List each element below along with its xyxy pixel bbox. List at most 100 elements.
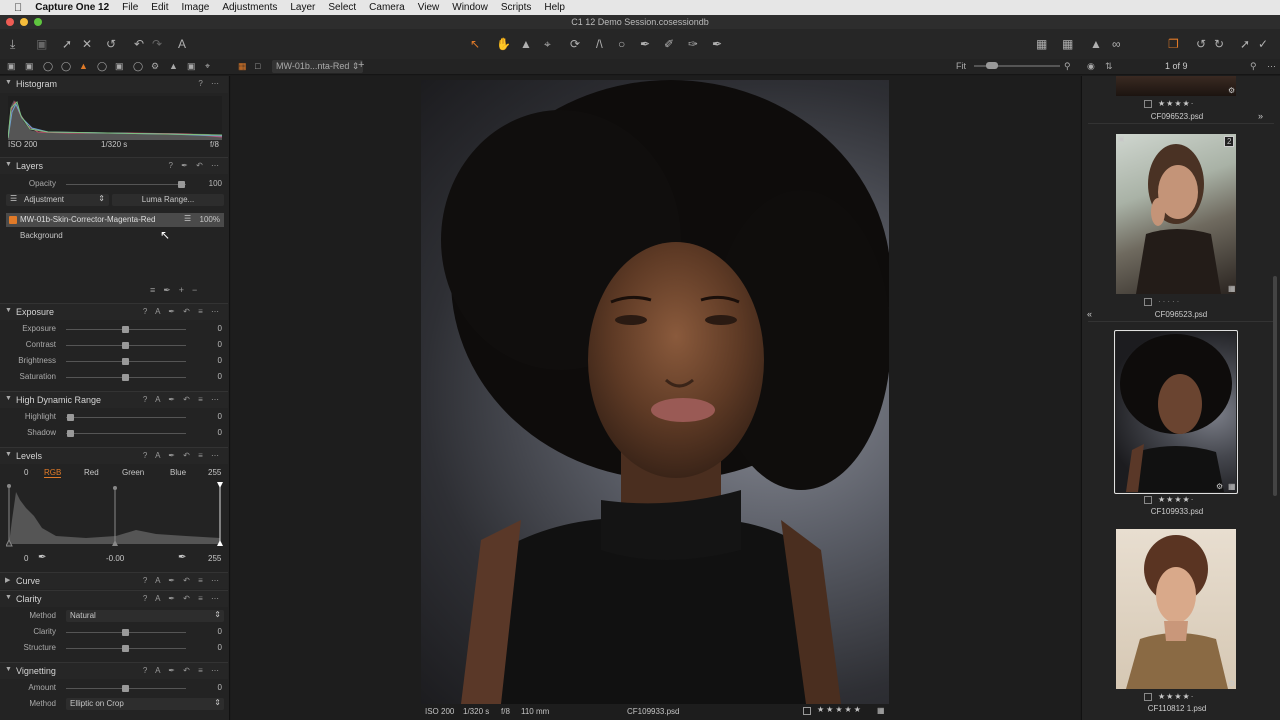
layer-item-selected[interactable]: MW-01b-Skin-Corrector-Magenta-Red ☰ 100% <box>6 213 224 227</box>
capture-icon[interactable]: ▣ <box>36 37 47 51</box>
tool-options-icon[interactable]: ? A ✒ ↶ ≡ ⋯ <box>143 395 222 404</box>
viewer-select-checkbox[interactable] <box>803 707 811 715</box>
rotate-right-icon[interactable]: ↻ <box>1214 37 1224 51</box>
details-tab-icon[interactable]: ◯ <box>97 61 107 72</box>
export-icon[interactable]: ➚ <box>62 37 72 51</box>
thumbnail-checkbox[interactable] <box>1144 496 1152 504</box>
opacity-value[interactable]: 100 <box>209 179 222 188</box>
thumbnail-image[interactable] <box>1116 529 1236 689</box>
structure-value[interactable]: 0 <box>218 643 222 652</box>
saturation-value[interactable]: 0 <box>218 372 222 381</box>
exposure-slider-knob[interactable] <box>122 326 129 333</box>
clarity-header[interactable]: ▼ Clarity ? A ✒ ↶ ≡ ⋯ <box>0 590 228 607</box>
multi-view-icon[interactable]: ▦ <box>238 61 247 72</box>
single-view-icon[interactable]: □ <box>255 61 260 71</box>
close-window-button[interactable] <box>6 18 14 26</box>
viewer-rating-stars[interactable]: ★★★★★ <box>817 705 863 714</box>
shadow-slider[interactable] <box>66 433 186 434</box>
browser-search-icon[interactable]: ⚲ <box>1250 61 1257 72</box>
layer-item-background[interactable]: Background <box>20 231 63 240</box>
thumbnail-checkbox[interactable] <box>1144 100 1152 108</box>
contrast-slider-knob[interactable] <box>122 342 129 349</box>
lens-tab-icon[interactable]: ◯ <box>43 61 53 72</box>
clarity-slider-knob[interactable] <box>122 629 129 636</box>
tool-options-icon[interactable]: ? A ✒ ↶ ≡ ⋯ <box>143 576 222 585</box>
levels-channel-red[interactable]: Red <box>84 468 99 477</box>
crop-tool-icon[interactable]: ⌖ <box>544 37 551 51</box>
add-tab-icon[interactable]: + <box>358 59 364 71</box>
opacity-slider-knob[interactable] <box>178 181 185 188</box>
rotate-left-icon[interactable]: ↺ <box>1196 37 1206 51</box>
menu-layer[interactable]: Layer <box>290 2 315 13</box>
zoom-search-icon[interactable]: ⚲ <box>1064 61 1071 72</box>
viewer-color-tag-icon[interactable]: ▦ <box>877 706 885 715</box>
color-tab-icon[interactable]: ◯ <box>61 61 71 72</box>
rotate-tool-icon[interactable]: ⟳ <box>570 37 580 51</box>
redo-icon[interactable]: ↷ <box>152 37 162 51</box>
eraser-tool-icon[interactable]: ✒ <box>712 37 722 51</box>
clarity-value[interactable]: 0 <box>218 627 222 636</box>
menu-view[interactable]: View <box>418 2 440 13</box>
levels-histogram[interactable] <box>6 480 224 548</box>
exposure-warning-icon[interactable]: ▲ <box>1090 37 1102 51</box>
zoom-window-button[interactable] <box>34 18 42 26</box>
exposure-value[interactable]: 0 <box>218 324 222 333</box>
curve-header[interactable]: ▶ Curve ? A ✒ ↶ ≡ ⋯ <box>0 572 228 589</box>
white-eyedropper-icon[interactable]: ✒ <box>178 552 186 563</box>
proof-icon[interactable]: ▦ <box>1036 37 1047 51</box>
minimize-window-button[interactable] <box>20 18 28 26</box>
browser-scrollbar[interactable] <box>1273 276 1277 496</box>
highlight-slider[interactable] <box>66 417 186 418</box>
saturation-slider-knob[interactable] <box>122 374 129 381</box>
histogram-header[interactable]: ▼ Histogram ? ⋯ <box>0 76 228 93</box>
amount-slider-knob[interactable] <box>122 685 129 692</box>
local-adjust-tab-icon[interactable]: ▣ <box>115 61 124 72</box>
keystone-tool-icon[interactable]: /\ <box>596 37 603 51</box>
shadow-value[interactable]: 0 <box>218 428 222 437</box>
spot-tool-icon[interactable]: ○ <box>618 37 625 51</box>
output-tab-icon[interactable]: ▲ <box>169 61 178 71</box>
levels-output-max[interactable]: 255 <box>208 554 221 563</box>
menu-window[interactable]: Window <box>452 2 488 13</box>
capture-tab-icon[interactable]: ▣ <box>25 61 34 72</box>
tool-options-icon[interactable]: ? A ✒ ↶ ≡ ⋯ <box>143 666 222 675</box>
highlight-slider-knob[interactable] <box>67 414 74 421</box>
paste-icon[interactable]: ✓ <box>1258 37 1268 51</box>
layers-header[interactable]: ▼ Layers ? ✒ ↶ ⋯ <box>0 157 228 174</box>
menu-edit[interactable]: Edit <box>151 2 168 13</box>
variant-tab[interactable]: MW-01b...nta-Red ⇕ <box>272 60 364 73</box>
levels-output-min[interactable]: 0 <box>24 554 28 563</box>
thumbnail-image[interactable] <box>1116 134 1236 294</box>
adjustment-dropdown[interactable]: ☰ Adjustment ⇕ <box>6 194 109 206</box>
levels-channel-rgb[interactable]: RGB <box>44 468 62 478</box>
exposure-tab-icon[interactable]: ▲ <box>79 61 88 71</box>
apple-menu-icon[interactable]:  <box>14 2 22 14</box>
brush-tool-icon[interactable]: ✐ <box>664 37 674 51</box>
crop-tab-icon[interactable]: ⌖ <box>205 61 210 72</box>
clarity-method-dropdown[interactable]: Natural ⇕ <box>66 610 224 622</box>
brightness-slider-knob[interactable] <box>122 358 129 365</box>
fit-label[interactable]: Fit <box>956 61 966 71</box>
picker-tool-icon[interactable]: ✒ <box>640 37 650 51</box>
loupe-tool-icon[interactable]: ▲ <box>520 37 532 51</box>
levels-header[interactable]: ▼ Levels ? A ✒ ↶ ≡ ⋯ <box>0 447 228 464</box>
app-menu[interactable]: Capture One 12 <box>35 2 109 13</box>
menu-adjustments[interactable]: Adjustments <box>222 2 277 13</box>
expand-right-icon[interactable]: » <box>1258 111 1263 121</box>
levels-channel-green[interactable]: Green <box>122 468 144 477</box>
opacity-slider[interactable] <box>66 184 186 185</box>
shadow-slider-knob[interactable] <box>67 430 74 437</box>
menu-scripts[interactable]: Scripts <box>501 2 532 13</box>
eye-icon[interactable]: ◉ <box>1087 61 1095 72</box>
vignetting-method-dropdown[interactable]: Elliptic on Crop ⇕ <box>66 698 224 710</box>
tool-options-icon[interactable]: ? ⋯ <box>198 79 222 88</box>
thumbnail-image[interactable] <box>1116 332 1236 492</box>
browser-menu-icon[interactable]: ⋯ <box>1267 61 1276 72</box>
gradient-tool-icon[interactable]: ✑ <box>688 37 698 51</box>
glasses-icon[interactable]: ∞ <box>1112 37 1121 51</box>
delete-icon[interactable]: ✕ <box>82 37 92 51</box>
copy-adjustments-icon[interactable]: ❐ <box>1168 37 1179 51</box>
levels-input-max[interactable]: 255 <box>208 468 221 477</box>
menu-file[interactable]: File <box>122 2 138 13</box>
menu-help[interactable]: Help <box>544 2 565 13</box>
